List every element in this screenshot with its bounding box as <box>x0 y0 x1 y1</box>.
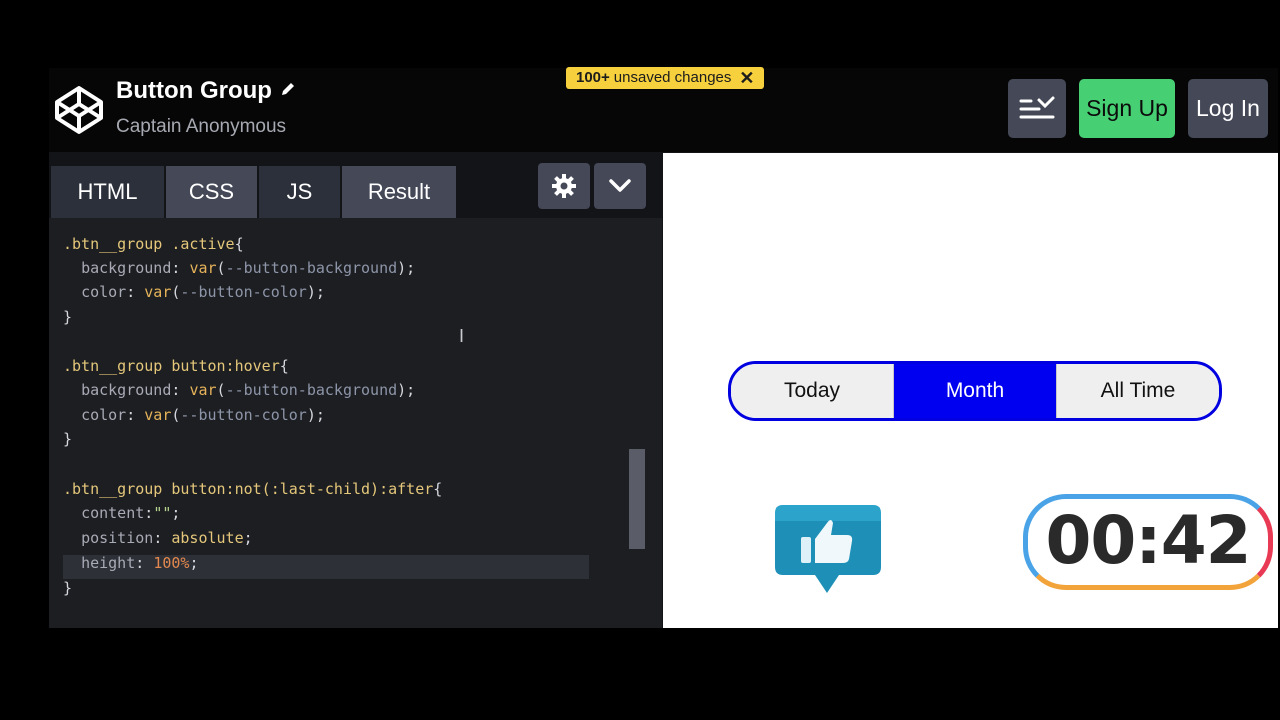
layout-icon <box>1019 96 1055 118</box>
code-line: } <box>63 430 73 448</box>
code-line: } <box>63 308 73 326</box>
tab-result[interactable]: Result <box>342 166 456 218</box>
code-line: content:""; <box>81 504 181 522</box>
settings-button[interactable] <box>538 163 590 209</box>
codepen-window: Button Group Captain Anonymous 100+ unsa… <box>49 67 1278 628</box>
code-line: position: absolute; <box>81 529 253 547</box>
tab-html[interactable]: HTML <box>51 166 164 218</box>
unsaved-count: 100+ <box>576 69 610 86</box>
chevron-down-icon <box>609 179 631 192</box>
log-in-button[interactable]: Log In <box>1188 79 1268 138</box>
all-time-button[interactable]: All Time <box>1056 364 1219 418</box>
code-line: .btn__group button:hover{ <box>63 357 289 375</box>
author-name[interactable]: Captain Anonymous <box>116 116 286 138</box>
today-button[interactable]: Today <box>731 364 893 418</box>
code-line: background: var(--button-background); <box>81 381 416 399</box>
code-line: .btn__group button:not(:last-child):afte… <box>63 480 443 498</box>
text-cursor-icon: I <box>459 326 465 346</box>
button-group: Today Month All Time <box>728 361 1222 421</box>
editor-tabs: HTML CSS JS Result <box>49 152 662 218</box>
close-icon[interactable]: ✕ <box>739 67 754 89</box>
code-line: color: var(--button-color); <box>81 406 325 424</box>
tab-js[interactable]: JS <box>259 166 340 218</box>
change-view-button[interactable] <box>1008 79 1066 138</box>
pencil-icon[interactable] <box>279 80 297 98</box>
gear-icon <box>552 174 576 198</box>
unsaved-label: unsaved changes <box>613 69 732 86</box>
editor-options-button[interactable] <box>594 163 646 209</box>
timer-text: 00:42 <box>1045 501 1251 579</box>
editor-scrollbar[interactable] <box>629 449 645 549</box>
pen-title[interactable]: Button Group <box>116 77 272 105</box>
codepen-logo-icon[interactable] <box>53 84 105 136</box>
code-line: color: var(--button-color); <box>81 283 325 301</box>
code-line: } <box>63 579 73 597</box>
thumbs-up-icon <box>775 505 881 593</box>
unsaved-changes-badge[interactable]: 100+ unsaved changes ✕ <box>566 67 765 89</box>
month-button[interactable]: Month <box>893 364 1056 418</box>
tab-css[interactable]: CSS <box>166 166 257 218</box>
code-line: height: 100%; <box>81 554 199 572</box>
sign-up-button[interactable]: Sign Up <box>1079 79 1175 138</box>
header: Button Group Captain Anonymous 100+ unsa… <box>49 67 1278 152</box>
timer-badge: 00:42 <box>1023 494 1273 590</box>
result-preview: Today Month All Time 00:42 <box>663 153 1278 628</box>
code-line: .btn__group .active{ <box>63 235 244 253</box>
code-line: background: var(--button-background); <box>81 259 416 277</box>
code-editor-panel: HTML CSS JS Result .btn__group .active{… <box>49 152 662 628</box>
